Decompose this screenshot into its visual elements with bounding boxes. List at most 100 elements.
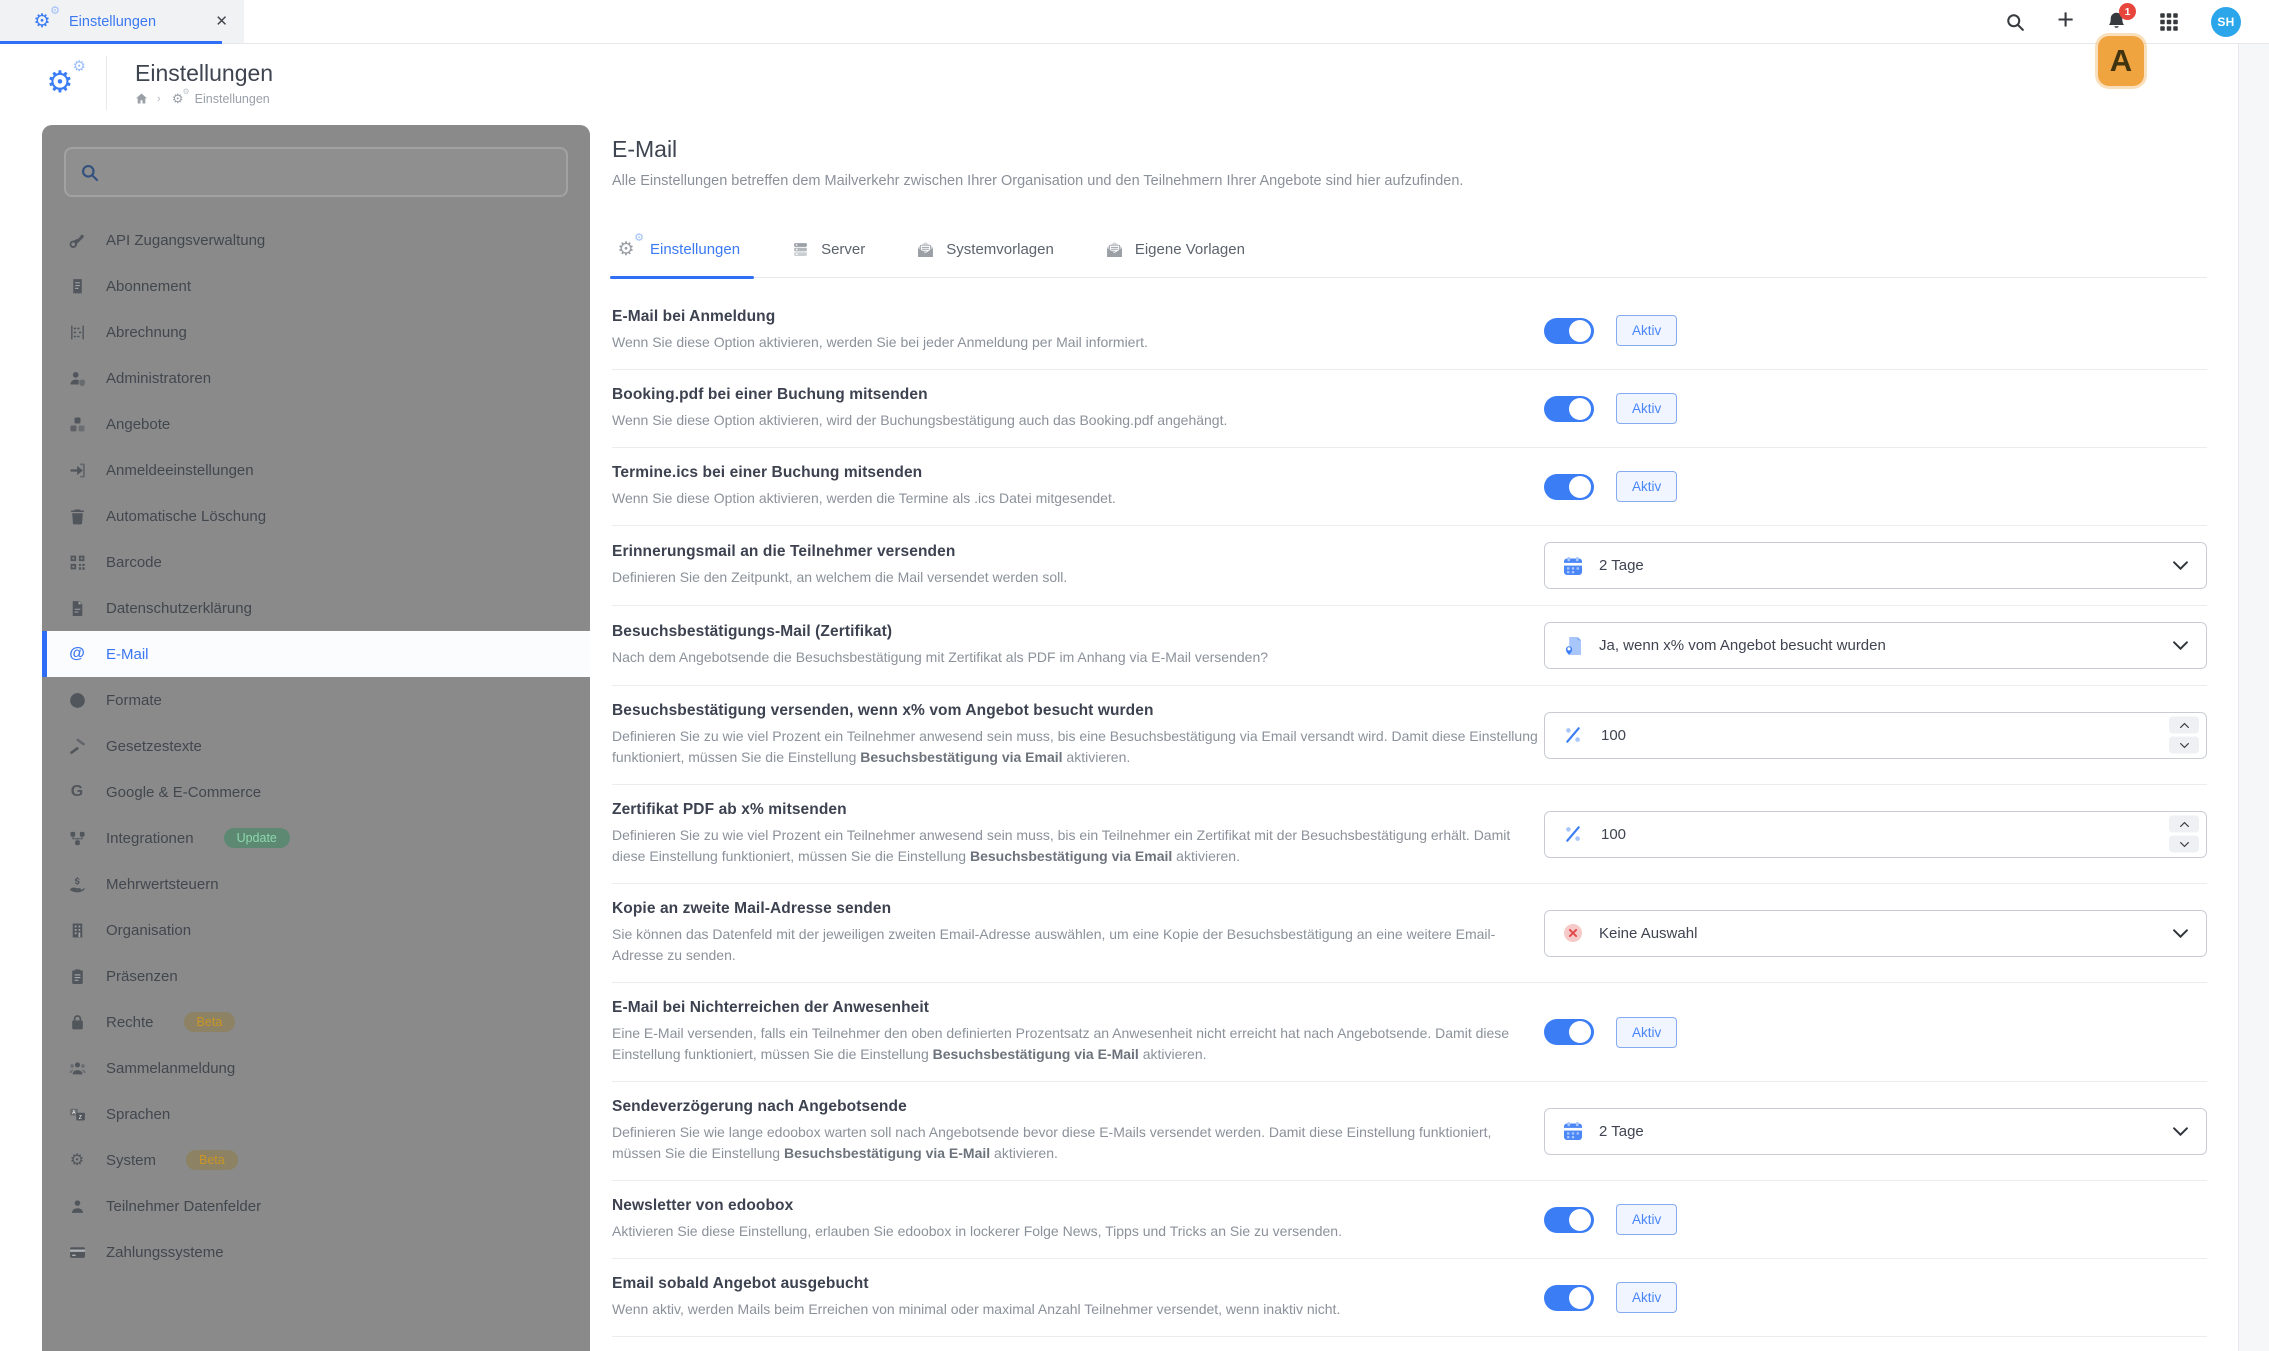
sidebar-item-gesetzestexte[interactable]: Gesetzestexte: [42, 723, 590, 769]
aktiv-button[interactable]: Aktiv: [1616, 1282, 1678, 1313]
setting-row-besuchsbestaetigung-versenden-x-prozent: Besuchsbestätigung versenden, wenn x% vo…: [612, 686, 2207, 785]
sidebar-item-mehrwertsteuern[interactable]: Mehrwertsteuern: [42, 861, 590, 907]
aktiv-button[interactable]: Aktiv: [1616, 1204, 1678, 1235]
setting-title: Erinnerungsmail an die Teilnehmer versen…: [612, 543, 956, 560]
translate-icon: AZ: [66, 1106, 88, 1123]
toggle-email-bei-anmeldung[interactable]: [1544, 317, 1594, 344]
select-kopie-zweite-mail-adresse[interactable]: Keine Auswahl: [1544, 909, 2207, 957]
sidebar-item-teilnehmer-datenfelder[interactable]: Teilnehmer Datenfelder: [42, 1183, 590, 1229]
settings-gears-icon: ⚙ ⚙: [33, 4, 60, 32]
select-erinnerungsmail[interactable]: 2 Tage: [1544, 542, 2207, 589]
sidebar-item-automatische-loeschung[interactable]: Automatische Löschung: [42, 493, 590, 539]
sidebar-item-api-zugangsverwaltung[interactable]: API Zugangsverwaltung: [42, 217, 590, 263]
setting-row-besuchsbestaetigungs-mail-zertifikat: Besuchsbestätigungs-Mail (Zertifikat) Nac…: [612, 606, 2207, 686]
sidebar-item-label: API Zugangsverwaltung: [106, 231, 266, 249]
aktiv-button[interactable]: Aktiv: [1616, 471, 1678, 502]
home-icon[interactable]: [135, 92, 148, 105]
tab-systemvorlagen[interactable]: Systemvorlagen: [915, 237, 1056, 277]
plus-icon[interactable]: +: [2057, 5, 2074, 35]
breadcrumb-current[interactable]: Einstellungen: [195, 92, 270, 106]
sidebar-item-label: E-Mail: [106, 645, 149, 663]
aktiv-button[interactable]: Aktiv: [1616, 1016, 1678, 1048]
aktiv-button[interactable]: Aktiv: [1616, 315, 1678, 346]
number-input-zertifikat-pdf-ab-x-prozent[interactable]: [1599, 824, 2142, 844]
tab-einstellungen[interactable]: ⚙ ⚙ Einstellungen: [609, 232, 755, 279]
toggle-booking-pdf-mitsenden[interactable]: [1544, 395, 1594, 422]
sidebar-item-abonnement[interactable]: Abonnement: [42, 263, 590, 309]
setting-title: Email sobald Angebot ausgebucht: [612, 1275, 869, 1292]
tab-eigene-vorlagen[interactable]: Eigene Vorlagen: [1104, 237, 1247, 277]
sidebar-item-google-e-commerce[interactable]: G Google & E-Commerce: [42, 769, 590, 815]
tab-einstellungen[interactable]: ⚙ ⚙ Einstellungen ✕: [0, 0, 244, 44]
bell-icon[interactable]: 1: [2106, 3, 2136, 32]
sidebar-item-sammelanmeldung[interactable]: Sammelanmeldung: [42, 1045, 590, 1091]
aktiv-button[interactable]: Aktiv: [1616, 393, 1678, 424]
tab-server[interactable]: Server: [790, 237, 867, 277]
setting-text: Termine.ics bei einer Buchung mitsenden W…: [612, 464, 1544, 509]
toggle-termine-ics-mitsenden[interactable]: [1544, 473, 1594, 500]
sidebar-item-formate[interactable]: Formate: [42, 677, 590, 723]
toggle-newsletter-edoobox[interactable]: [1544, 1206, 1594, 1233]
setting-row-booking-pdf-mitsenden: Booking.pdf bei einer Buchung mitsenden W…: [612, 370, 2207, 448]
setting-description-bold: Besuchsbestätigung via Email: [969, 848, 1173, 864]
gears-icon: ⚙ ⚙: [617, 232, 644, 260]
sidebar-item-anmeldeeinstellungen[interactable]: Anmeldeeinstellungen: [42, 447, 590, 493]
setting-description-text: aktivieren.: [1172, 848, 1240, 864]
scrollbar-track[interactable]: [2238, 43, 2269, 1351]
setting-description: Wenn Sie diese Option aktivieren, werden…: [612, 332, 1544, 353]
spinner-up-button[interactable]: [2169, 716, 2199, 734]
abacus-icon: [66, 324, 88, 341]
gear-icon: ⚙: [69, 1152, 85, 1169]
avatar[interactable]: SH: [2211, 6, 2241, 37]
select-sendeverzoegerung-angebotsende[interactable]: 2 Tage: [1544, 1107, 2207, 1155]
setting-text: Besuchsbestätigung versenden, wenn x% vo…: [612, 702, 1544, 768]
setting-row-termine-ics-mitsenden: Termine.ics bei einer Buchung mitsenden W…: [612, 448, 2207, 526]
section-title: E-Mail: [612, 136, 678, 162]
notification-badge: 1: [2119, 3, 2136, 20]
sidebar-item-administratoren[interactable]: Administratoren: [42, 355, 590, 401]
spinner-up-button[interactable]: [2169, 815, 2199, 833]
sidebar-search-input[interactable]: [109, 162, 552, 182]
toggle-knob: [1569, 397, 1591, 420]
spinner-down-button[interactable]: [2169, 835, 2199, 853]
select-value: 2 Tage: [1599, 557, 1644, 574]
toggle-knob: [1569, 1286, 1591, 1309]
select-besuchsbestaetigungs-mail-zertifikat[interactable]: Ja, wenn x% vom Angebot besucht wurden: [1544, 622, 2207, 669]
setting-description: Nach dem Angebotsende die Besuchsbestäti…: [612, 647, 1544, 668]
number-input-besuchsbestaetigung-versenden-x-prozent[interactable]: [1599, 725, 2142, 745]
spinner-down-button[interactable]: [2169, 736, 2199, 754]
admin-user-icon: [66, 370, 88, 387]
chevron-down-icon: [2173, 1126, 2188, 1136]
sidebar-item-sprachen[interactable]: A Z Sprachen: [42, 1091, 590, 1137]
sidebar-item-label: Teilnehmer Datenfelder: [106, 1197, 262, 1215]
sidebar-search[interactable]: [64, 147, 568, 197]
sidebar-item-barcode[interactable]: Barcode: [42, 539, 590, 585]
close-icon[interactable]: ✕: [215, 14, 228, 29]
sidebar-item-angebote[interactable]: Angebote: [42, 401, 590, 447]
number-spinners: [2169, 815, 2199, 853]
qr-code-icon: [66, 554, 88, 571]
sidebar-item-e-mail[interactable]: @ E-Mail: [42, 631, 590, 677]
toggle-email-angebot-ausgebucht[interactable]: [1544, 1284, 1594, 1311]
sidebar-item-system[interactable]: ⚙ System Beta: [42, 1137, 590, 1183]
sidebar-item-rechte[interactable]: Rechte Beta: [42, 999, 590, 1045]
setting-control: Aktiv: [1544, 315, 2207, 346]
setting-description-bold: Besuchsbestätigung via E-Mail: [784, 1145, 991, 1161]
sidebar-item-praesenzen[interactable]: Präsenzen: [42, 953, 590, 999]
page-title: Einstellungen: [135, 59, 274, 86]
sidebar-item-label: Mehrwertsteuern: [106, 875, 219, 893]
search-icon[interactable]: [2005, 12, 2025, 32]
sidebar-item-zahlungssysteme[interactable]: Zahlungssysteme: [42, 1229, 590, 1275]
sidebar-item-label: Integrationen: [106, 829, 194, 847]
trash-icon: [66, 508, 88, 525]
setting-description: Wenn aktiv, werden Mails beim Erreichen …: [612, 1299, 1544, 1320]
setting-description-text: Sie können das Datenfeld mit der jeweili…: [612, 926, 1496, 963]
apps-grid-icon[interactable]: [2159, 12, 2179, 32]
sidebar-item-organisation[interactable]: Organisation: [42, 907, 590, 953]
sidebar-item-integrationen[interactable]: Integrationen Update: [42, 815, 590, 861]
sidebar-item-label: Angebote: [106, 415, 171, 433]
sidebar-item-datenschutzerklaerung[interactable]: Datenschutzerklärung: [42, 585, 590, 631]
toggle-email-nichterreichen-anwesenheit[interactable]: [1544, 1019, 1594, 1045]
sidebar-item-abrechnung[interactable]: Abrechnung: [42, 309, 590, 355]
chevron-down-icon: [2173, 928, 2188, 938]
